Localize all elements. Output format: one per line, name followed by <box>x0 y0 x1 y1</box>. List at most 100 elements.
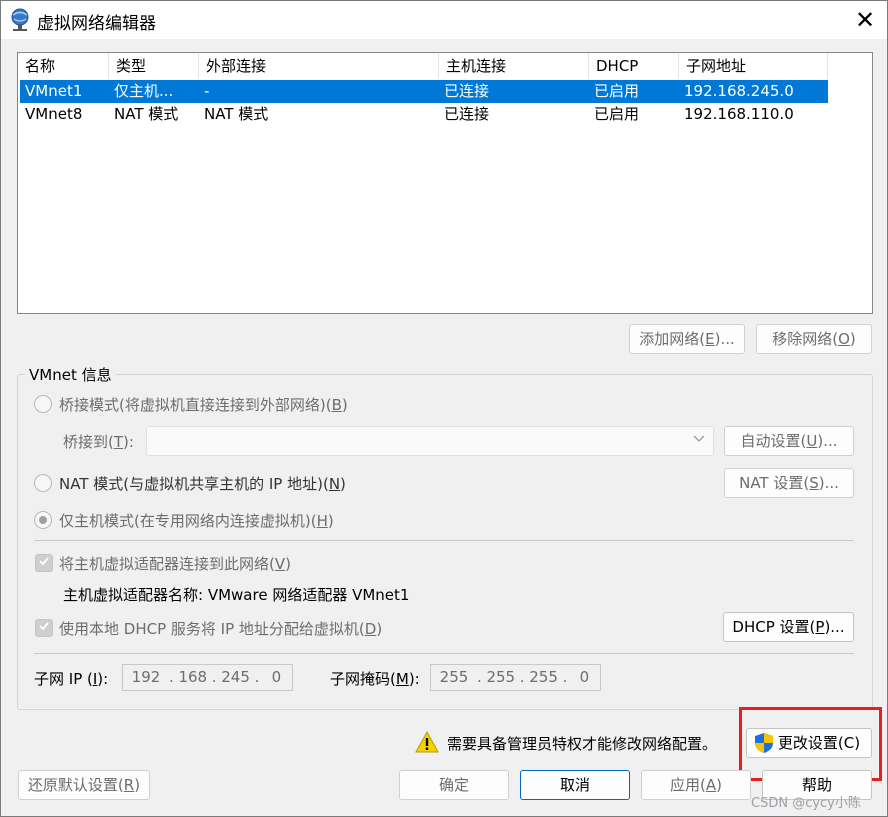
remove-network-accesskey: O <box>838 330 850 348</box>
cell-dhcp: 已启用 <box>594 105 640 123</box>
column-header-name[interactable]: 名称 <box>18 53 109 79</box>
ip-octet: 168 <box>178 668 208 686</box>
subnet-ip-label: 子网 IP (I): <box>34 668 108 689</box>
cell-subnet: 192.168.110.0 <box>684 105 794 123</box>
window-title: 虚拟网络编辑器 <box>37 14 156 34</box>
restore-defaults-accesskey: R <box>123 776 135 794</box>
cell-host: 已连接 <box>444 82 490 100</box>
admin-notice-text: 需要具备管理员特权才能修改网络配置。 <box>447 735 718 753</box>
subnet-mask-label-tail: ): <box>408 670 420 688</box>
cell-dhcp: 已启用 <box>594 82 640 100</box>
add-network-button[interactable]: 添加网络(E)... <box>629 324 745 354</box>
auto-settings-button[interactable]: 自动设置(U)... <box>724 426 854 456</box>
column-header-subnet[interactable]: 子网地址 <box>679 53 828 79</box>
add-network-accesskey: E <box>705 330 715 348</box>
bridge-to-select[interactable] <box>146 426 714 456</box>
ok-button[interactable]: 确定 <box>399 770 509 800</box>
use-dhcp-label: 使用本地 DHCP 服务将 IP 地址分配给虚拟机(D) <box>59 618 382 639</box>
divider <box>34 653 854 654</box>
dhcp-settings-button[interactable]: DHCP 设置(P)... <box>723 612 854 642</box>
dhcp-settings-tail: )... <box>824 618 845 636</box>
column-header-external[interactable]: 外部连接 <box>199 53 439 79</box>
bridged-label-tail: ) <box>341 396 348 414</box>
close-button[interactable]: ✕ <box>843 1 887 39</box>
cancel-button[interactable]: 取消 <box>520 770 630 800</box>
table-row[interactable]: VMnet8 NAT 模式 NAT 模式 已连接 已启用 192.168.110… <box>20 103 828 126</box>
nat-settings-button[interactable]: NAT 设置(S)... <box>724 468 854 498</box>
apply-label: 应用( <box>670 776 706 794</box>
bridged-label-text: 桥接模式(将虚拟机直接连接到外部网络)( <box>59 396 332 414</box>
column-header-dhcp[interactable]: DHCP <box>589 53 679 79</box>
connect-adapter-checkbox[interactable] <box>35 554 53 572</box>
restore-defaults-tail: ) <box>134 776 141 794</box>
connect-adapter-label-tail: ) <box>285 555 291 573</box>
nat-settings-label: NAT 设置( <box>739 474 810 492</box>
host-only-label: 仅主机模式(在专用网络内连接虚拟机)(H) <box>59 510 334 531</box>
remove-network-label: 移除网络( <box>772 330 839 348</box>
nat-label-tail: ) <box>340 475 346 493</box>
checkmark-icon <box>39 622 49 631</box>
table-row[interactable]: VMnet1 仅主机... - 已连接 已启用 192.168.245.0 <box>20 80 828 103</box>
title-bar: 虚拟网络编辑器 ✕ <box>1 1 887 39</box>
connect-adapter-label: 将主机虚拟适配器连接到此网络(V) <box>59 553 291 574</box>
watermark-text: CSDN @cycy小陈 <box>751 796 861 811</box>
ip-octet: 192 <box>131 668 161 686</box>
mask-octet: 255 <box>486 668 516 686</box>
nat-label: NAT 模式(与虚拟机共享主机的 IP 地址)(N) <box>59 473 346 494</box>
adapter-name-text: 主机虚拟适配器名称: VMware 网络适配器 VMnet1 <box>63 586 410 604</box>
column-header-type[interactable]: 类型 <box>109 53 199 79</box>
auto-settings-tail: )... <box>817 432 838 450</box>
mask-octet: 0 <box>579 668 590 686</box>
restore-defaults-button[interactable]: 还原默认设置(R) <box>18 770 150 800</box>
add-network-tail: )... <box>714 330 735 348</box>
auto-settings-accesskey: U <box>806 432 818 450</box>
bridged-accesskey: B <box>331 396 342 414</box>
remove-network-tail: ) <box>849 330 856 348</box>
nat-accesskey: N <box>328 475 341 493</box>
cell-subnet: 192.168.245.0 <box>684 82 794 100</box>
network-list[interactable]: 名称 类型 外部连接 主机连接 DHCP 子网地址 VMnet1 仅主机... … <box>17 52 873 314</box>
dhcp-settings-label: DHCP 设置( <box>732 618 816 636</box>
connect-adapter-label-text: 将主机虚拟适配器连接到此网络( <box>59 555 275 573</box>
cell-host: 已连接 <box>444 105 490 123</box>
chevron-down-icon <box>693 432 705 448</box>
cell-type: NAT 模式 <box>114 105 179 123</box>
bridge-to-label: 桥接到(T): <box>63 431 134 452</box>
nat-radio[interactable] <box>34 474 52 492</box>
bridge-to-label-text: 桥接到( <box>63 433 114 451</box>
bridge-to-accesskey: T <box>113 433 124 451</box>
use-dhcp-label-text: 使用本地 DHCP 服务将 IP 地址分配给虚拟机( <box>59 620 365 638</box>
use-dhcp-checkbox[interactable] <box>35 619 53 637</box>
vmnet-info-group <box>17 374 873 710</box>
nat-settings-accesskey: S <box>809 474 819 492</box>
mask-octet: 255 <box>439 668 469 686</box>
nat-label-text: NAT 模式(与虚拟机共享主机的 IP 地址)( <box>59 475 329 493</box>
subnet-mask-label: 子网掩码(M): <box>330 668 420 689</box>
divider <box>34 540 854 541</box>
cell-name: VMnet8 <box>25 105 83 123</box>
host-only-label-tail: ) <box>327 512 334 530</box>
network-globe-icon <box>9 8 31 32</box>
subnet-ip-field[interactable]: 192. 168. 245. 0 <box>122 664 293 691</box>
cell-external: NAT 模式 <box>204 105 269 123</box>
cell-name: VMnet1 <box>25 82 83 100</box>
checkmark-icon <box>39 557 49 566</box>
subnet-mask-field[interactable]: 255. 255. 255. 0 <box>430 664 601 691</box>
bridged-radio[interactable] <box>34 395 52 413</box>
warning-icon <box>415 730 439 754</box>
apply-accesskey: A <box>705 776 717 794</box>
list-header: 名称 类型 外部连接 主机连接 DHCP 子网地址 <box>18 53 828 79</box>
apply-tail: ) <box>716 776 722 794</box>
bridged-label: 桥接模式(将虚拟机直接连接到外部网络)(B) <box>59 394 348 415</box>
add-network-label: 添加网络( <box>639 330 706 348</box>
virtual-network-editor-window: 虚拟网络编辑器 ✕ 名称 类型 外部连接 主机连接 DHCP 子网地址 VMne… <box>0 0 888 817</box>
vmnet-info-title: VMnet 信息 <box>25 364 116 385</box>
close-icon: ✕ <box>854 6 876 34</box>
ip-octet: 245 <box>221 668 250 686</box>
restore-defaults-label: 还原默认设置( <box>27 776 124 794</box>
column-header-host[interactable]: 主机连接 <box>439 53 589 79</box>
use-dhcp-label-tail: ) <box>376 620 383 638</box>
remove-network-button[interactable]: 移除网络(O) <box>756 324 872 354</box>
apply-button[interactable]: 应用(A) <box>641 770 751 800</box>
host-only-radio[interactable] <box>34 511 52 529</box>
